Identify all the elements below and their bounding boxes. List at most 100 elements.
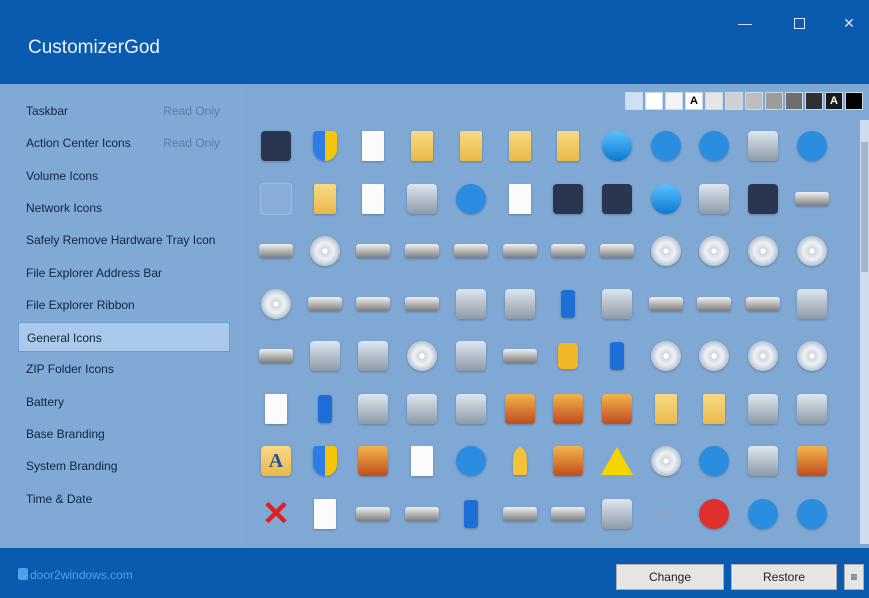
letterA-icon-cell[interactable]: A	[254, 439, 298, 483]
warn-icon-cell[interactable]	[595, 439, 639, 483]
drive-icon-cell[interactable]	[498, 334, 542, 378]
sidebar-item[interactable]: ZIP Folder Icons	[18, 354, 230, 384]
doc-icon-cell[interactable]	[303, 492, 347, 536]
restore-button[interactable]: Restore	[731, 564, 837, 590]
monitor-icon-cell[interactable]	[254, 124, 298, 168]
sidebar-item[interactable]: Network Icons	[18, 193, 230, 223]
fan-icon-cell[interactable]	[741, 124, 785, 168]
drive-icon-cell[interactable]	[400, 282, 444, 326]
brand-link[interactable]: door2windows.com	[30, 568, 133, 582]
red-icon-cell[interactable]	[692, 492, 736, 536]
monitor-icon-cell[interactable]	[595, 177, 639, 221]
sidebar-item[interactable]: Base Branding	[18, 419, 230, 449]
printer-icon-cell[interactable]	[595, 282, 639, 326]
phone-icon-cell[interactable]	[303, 387, 347, 431]
pic-icon-cell[interactable]	[498, 387, 542, 431]
disc-icon-cell[interactable]	[254, 282, 298, 326]
sidebar-item[interactable]: System Branding	[18, 451, 230, 481]
drive-icon-cell[interactable]	[498, 492, 542, 536]
swatch-black[interactable]	[845, 92, 863, 110]
disc-icon-cell[interactable]	[741, 334, 785, 378]
shield-icon-cell[interactable]	[303, 439, 347, 483]
sidebar-item[interactable]: Battery	[18, 387, 230, 417]
disc-icon-cell[interactable]	[400, 334, 444, 378]
gear-icon-cell[interactable]	[351, 387, 395, 431]
blank-icon-cell[interactable]	[254, 177, 298, 221]
swatch-white[interactable]	[645, 92, 663, 110]
sidebar-item[interactable]: Action Center Icons Read Only	[18, 128, 230, 158]
window-icon-cell[interactable]	[790, 124, 834, 168]
phone-icon-cell[interactable]	[595, 334, 639, 378]
recycle-icon-cell[interactable]	[351, 334, 395, 378]
drive-icon-cell[interactable]	[498, 229, 542, 273]
swatch-gray-1[interactable]	[705, 92, 723, 110]
window-icon-cell[interactable]	[449, 177, 493, 221]
disc-icon-cell[interactable]	[644, 334, 688, 378]
dark-icon-cell[interactable]	[595, 492, 639, 536]
swatch-letter-light[interactable]: A	[685, 92, 703, 110]
drive-icon-cell[interactable]	[644, 282, 688, 326]
drive-icon-cell[interactable]	[254, 229, 298, 273]
folder-icon-cell[interactable]	[692, 387, 736, 431]
folder-icon-cell[interactable]	[644, 387, 688, 431]
drive-icon-cell[interactable]	[400, 492, 444, 536]
pic-icon-cell[interactable]	[595, 387, 639, 431]
camera-icon-cell[interactable]	[449, 334, 493, 378]
sidebar-item[interactable]: Taskbar Read Only	[18, 96, 230, 126]
users-icon-cell[interactable]	[790, 439, 834, 483]
menu-button[interactable]: ≡	[844, 564, 864, 590]
swatch-white-2[interactable]	[665, 92, 683, 110]
sidebar-item[interactable]: Volume Icons	[18, 161, 230, 191]
folder-icon-cell[interactable]	[498, 124, 542, 168]
drive-icon-cell[interactable]	[741, 282, 785, 326]
camera-icon-cell[interactable]	[741, 439, 785, 483]
doc-icon-cell[interactable]	[498, 177, 542, 221]
users-icon-cell[interactable]	[351, 439, 395, 483]
disc-icon-cell[interactable]	[303, 229, 347, 273]
camera-icon-cell[interactable]	[498, 282, 542, 326]
change-button[interactable]: Change	[616, 564, 724, 590]
sidebar-item[interactable]: File Explorer Ribbon	[18, 290, 230, 320]
blue-icon-cell[interactable]	[741, 492, 785, 536]
swatch-letter-dark[interactable]: A	[825, 92, 843, 110]
smallx-icon-cell[interactable]: ✕	[644, 492, 688, 536]
printer-icon-cell[interactable]	[790, 282, 834, 326]
drive-icon-cell[interactable]	[449, 229, 493, 273]
lock-icon-cell[interactable]	[546, 334, 590, 378]
info-icon-cell[interactable]	[449, 439, 493, 483]
drive-icon-cell[interactable]	[692, 282, 736, 326]
printer-icon-cell[interactable]	[692, 177, 736, 221]
drive-icon-cell[interactable]	[351, 492, 395, 536]
drive-icon-cell[interactable]	[790, 177, 834, 221]
swatch-gray-3[interactable]	[745, 92, 763, 110]
doc-icon-cell[interactable]	[351, 124, 395, 168]
swatch-gray-5[interactable]	[785, 92, 803, 110]
sidebar-item[interactable]: File Explorer Address Bar	[18, 258, 230, 288]
swatch-light-blue[interactable]	[625, 92, 643, 110]
doc-icon-cell[interactable]	[400, 439, 444, 483]
scrollbar[interactable]	[860, 120, 869, 544]
folder-icon-cell[interactable]	[449, 124, 493, 168]
key-icon-cell[interactable]	[498, 439, 542, 483]
drive-icon-cell[interactable]	[351, 282, 395, 326]
disc-icon-cell[interactable]	[692, 334, 736, 378]
drive-icon-cell[interactable]	[546, 492, 590, 536]
swatch-gray-2[interactable]	[725, 92, 743, 110]
sidebar-item[interactable]: General Icons	[18, 322, 230, 353]
folder-icon-cell[interactable]	[546, 124, 590, 168]
phone-icon-cell[interactable]	[546, 282, 590, 326]
swatch-gray-6[interactable]	[805, 92, 823, 110]
gear-icon-cell[interactable]	[400, 387, 444, 431]
minimize-button[interactable]: —	[730, 12, 760, 34]
pic-icon-cell[interactable]	[546, 387, 590, 431]
folder-icon-cell[interactable]	[400, 124, 444, 168]
gear-icon-cell[interactable]	[449, 387, 493, 431]
printer-icon-cell[interactable]	[790, 387, 834, 431]
folder-icon-cell[interactable]	[303, 177, 347, 221]
recycle-icon-cell[interactable]	[303, 334, 347, 378]
maximize-button[interactable]	[784, 12, 814, 34]
globe-icon-cell[interactable]	[644, 177, 688, 221]
drive-icon-cell[interactable]	[546, 229, 590, 273]
drive-icon-cell[interactable]	[254, 334, 298, 378]
doc-icon-cell[interactable]	[254, 387, 298, 431]
